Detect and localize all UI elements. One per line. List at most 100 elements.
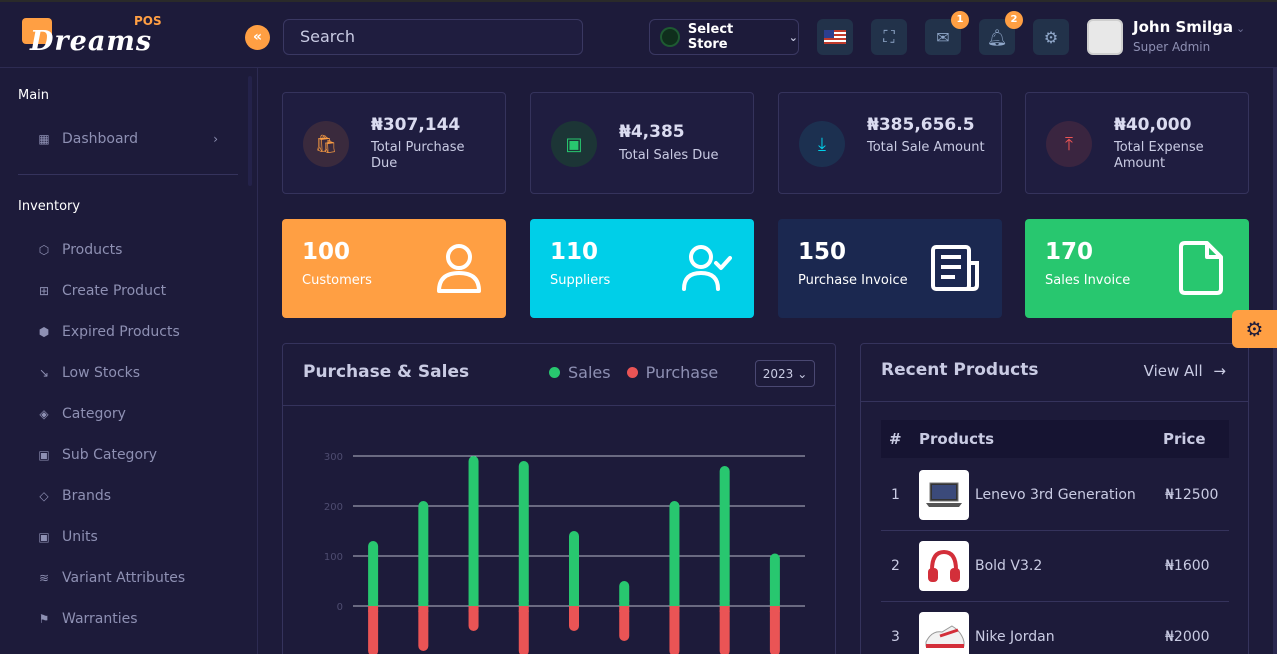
purchase-bar[interactable] bbox=[669, 606, 680, 654]
collapse-sidebar-button[interactable]: « bbox=[245, 25, 270, 50]
notifications-button[interactable]: 🔔︎ 2 bbox=[979, 11, 1023, 55]
card-customers[interactable]: 100 Customers bbox=[282, 219, 506, 318]
sales-bar[interactable] bbox=[368, 541, 379, 606]
bar-base bbox=[418, 600, 429, 606]
sidebar-item-label: Brands bbox=[62, 488, 111, 504]
plus-square-icon: ⊞ bbox=[38, 284, 50, 298]
sales-bar[interactable] bbox=[669, 501, 680, 606]
sidebar-item-label: Create Product bbox=[62, 283, 167, 299]
card-label: Suppliers bbox=[550, 273, 611, 288]
brand-logo[interactable]: Dreams POS bbox=[22, 12, 172, 58]
purchase-sales-panel: Purchase & Sales Sales Purchase 2023 ⌄ 3… bbox=[282, 343, 836, 654]
sales-bar[interactable] bbox=[418, 501, 429, 606]
bar-base bbox=[468, 600, 479, 606]
user-name[interactable]: John Smilga bbox=[1133, 18, 1233, 36]
sidebar-heading-main: Main bbox=[18, 88, 50, 103]
purchase-bar[interactable] bbox=[719, 606, 730, 654]
arrow-right-icon: → bbox=[1213, 362, 1226, 380]
cash-icon: ▣ bbox=[551, 121, 597, 167]
product-price: ₦2000 bbox=[1165, 629, 1210, 645]
box-icon: ⬡ bbox=[38, 243, 50, 257]
product-name[interactable]: Lenevo 3rd Generation bbox=[975, 487, 1165, 503]
row-index: 1 bbox=[891, 487, 900, 503]
mail-badge: 1 bbox=[951, 11, 969, 29]
year-label: 2023 bbox=[762, 366, 794, 381]
stat-value: ₦4,385 bbox=[619, 122, 685, 142]
sidebar-item-products[interactable]: ⬡ Products bbox=[36, 235, 236, 265]
sidebar-item-brands[interactable]: ◇ Brands bbox=[36, 481, 236, 511]
bar-base bbox=[569, 600, 579, 606]
sidebar-item-label: Category bbox=[62, 406, 126, 422]
sales-bar[interactable] bbox=[569, 531, 579, 606]
y-tick-label: 0 bbox=[337, 602, 343, 613]
table-row[interactable]: 1 Lenevo 3rd Generation ₦12500 bbox=[881, 460, 1229, 531]
speaker-icon: ▣ bbox=[38, 448, 50, 462]
sidebar-item-sub-category[interactable]: ▣ Sub Category bbox=[36, 440, 236, 470]
stat-label: Total Purchase Due bbox=[371, 140, 465, 171]
sidebar: Main ▦ Dashboard › Inventory ⬡ Products ⊞… bbox=[0, 68, 258, 654]
theme-settings-button[interactable]: ⚙ bbox=[1232, 310, 1277, 348]
upload-icon: ⤒ bbox=[1046, 121, 1092, 167]
sidebar-item-low-stocks[interactable]: ↘ Low Stocks bbox=[36, 358, 236, 388]
us-flag-icon bbox=[824, 30, 846, 44]
bar-base bbox=[669, 606, 680, 612]
table-row[interactable]: 3 Nike Jordan ₦2000 bbox=[881, 602, 1229, 654]
column-header-products: Products bbox=[919, 430, 995, 448]
panel-title: Recent Products bbox=[881, 360, 1039, 380]
chevron-down-icon[interactable]: ⌄ bbox=[1236, 22, 1245, 35]
tag-icon: ◇ bbox=[39, 489, 49, 503]
sidebar-item-create-product[interactable]: ⊞ Create Product bbox=[36, 276, 236, 306]
card-suppliers[interactable]: 110 Suppliers bbox=[530, 219, 754, 318]
shoe-image bbox=[919, 612, 969, 654]
purchase-bar[interactable] bbox=[518, 606, 529, 654]
sidebar-item-expired-products[interactable]: ⬢ Expired Products bbox=[36, 317, 236, 347]
product-name[interactable]: Bold V3.2 bbox=[975, 558, 1165, 574]
page-scrollbar[interactable] bbox=[1273, 68, 1277, 654]
settings-button[interactable]: ⚙ bbox=[1033, 19, 1069, 55]
sales-bar[interactable] bbox=[468, 456, 479, 606]
language-flag-button[interactable] bbox=[817, 19, 853, 55]
sales-bar[interactable] bbox=[719, 466, 730, 606]
sales-dot-icon bbox=[549, 367, 560, 378]
select-store-dropdown[interactable]: Select Store ⌄ bbox=[649, 19, 799, 55]
view-all-link[interactable]: View All → bbox=[1144, 362, 1226, 380]
card-sales-invoice[interactable]: 170 Sales Invoice bbox=[1025, 219, 1249, 318]
sales-bar[interactable] bbox=[769, 553, 780, 607]
gear-icon: ⚙ bbox=[1245, 317, 1264, 341]
bar-base bbox=[619, 600, 630, 606]
panel-header: Purchase & Sales Sales Purchase 2023 ⌄ bbox=[283, 344, 835, 406]
bar-base bbox=[518, 606, 529, 612]
purchase-bar[interactable] bbox=[769, 606, 780, 654]
bar-base bbox=[719, 600, 730, 606]
search-input[interactable]: Search bbox=[283, 19, 583, 55]
card-count: 100 bbox=[302, 239, 351, 265]
product-name[interactable]: Nike Jordan bbox=[975, 629, 1165, 645]
sidebar-item-variant-attributes[interactable]: ≋ Variant Attributes bbox=[36, 563, 236, 593]
sidebar-item-units[interactable]: ▣ Units bbox=[36, 522, 236, 552]
user-icon bbox=[437, 244, 481, 293]
panel-header: Recent Products View All → bbox=[861, 344, 1248, 402]
sidebar-item-dashboard[interactable]: ▦ Dashboard › bbox=[36, 124, 236, 154]
codesandbox-icon: ⬢ bbox=[38, 325, 50, 339]
stat-card-sale-amount: ⤓ ₦385,656.5 Total Sale Amount bbox=[778, 92, 1002, 194]
sales-bar[interactable] bbox=[518, 461, 529, 606]
purchase-bar[interactable] bbox=[418, 606, 429, 651]
card-count: 110 bbox=[550, 239, 599, 265]
user-role: Super Admin bbox=[1133, 40, 1211, 54]
sidebar-scrollbar[interactable] bbox=[248, 76, 252, 186]
year-select-dropdown[interactable]: 2023 ⌄ bbox=[755, 360, 815, 387]
grid-icon: ▦ bbox=[38, 132, 50, 146]
sidebar-item-warranties[interactable]: ⚑ Warranties bbox=[36, 604, 236, 634]
stat-card-expense-amount: ⤒ ₦40,000 Total Expense Amount bbox=[1025, 92, 1249, 194]
mail-button[interactable]: ✉ 1 bbox=[925, 11, 969, 55]
sidebar-item-label: Products bbox=[62, 242, 123, 258]
card-count: 170 bbox=[1045, 239, 1094, 265]
fullscreen-button[interactable]: ⛶ bbox=[871, 19, 907, 55]
stat-card-sales-due: ▣ ₦4,385 Total Sales Due bbox=[530, 92, 754, 194]
table-row[interactable]: 2 Bold V3.2 ₦1600 bbox=[881, 531, 1229, 602]
purchase-bar[interactable] bbox=[368, 606, 379, 654]
card-purchase-invoice[interactable]: 150 Purchase Invoice bbox=[778, 219, 1002, 318]
sidebar-item-category[interactable]: ◈ Category bbox=[36, 399, 236, 429]
product-price: ₦12500 bbox=[1165, 487, 1219, 503]
avatar[interactable] bbox=[1087, 19, 1123, 55]
